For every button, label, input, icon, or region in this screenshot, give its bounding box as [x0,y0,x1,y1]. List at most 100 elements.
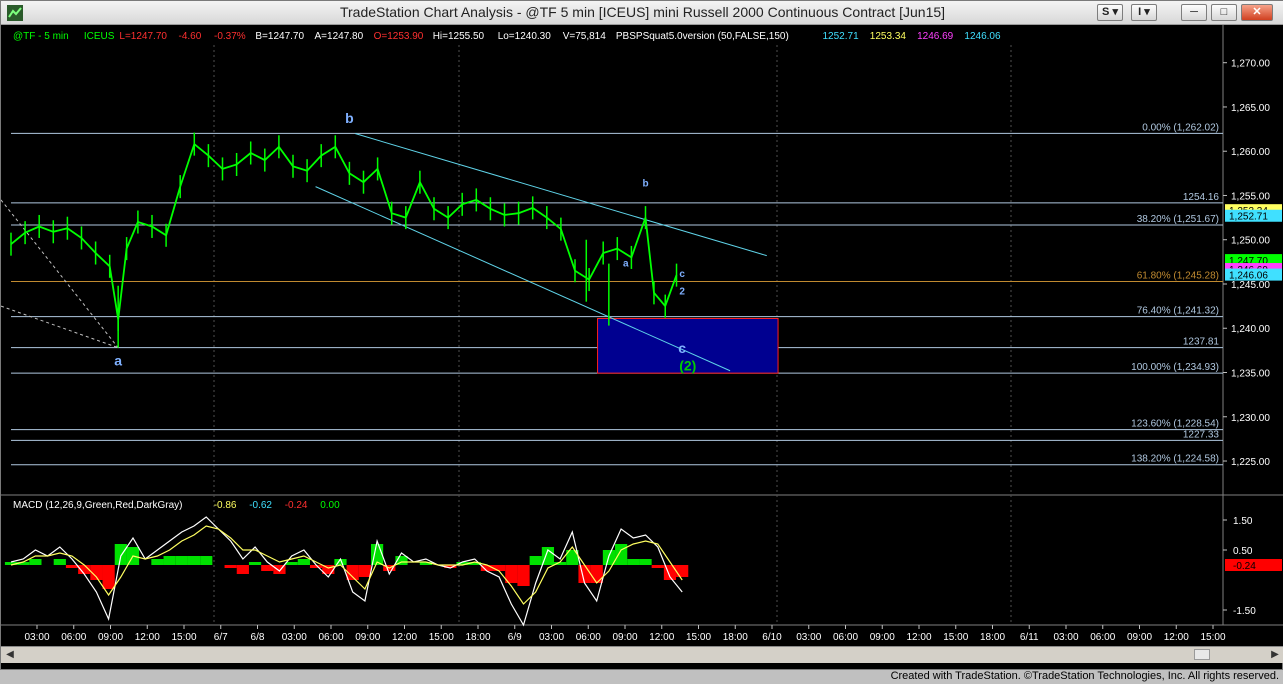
time-tick-label: 6/8 [251,632,265,643]
header-item: 1246.06 [964,31,1001,42]
time-tick-label: 18:00 [980,632,1005,643]
price-tick-label: 1,240.00 [1231,324,1270,335]
wave-label: b [642,179,648,190]
wave-label: c [678,340,686,356]
time-tick-label: 6/11 [1020,632,1039,643]
time-tick-label: 06:00 [576,632,601,643]
level-label: 1254.16 [1183,192,1220,203]
price-marker-label: 1,252.71 [1229,212,1268,223]
macd-histogram-bar [102,565,115,589]
macd-header-item: -0.62 [249,500,272,511]
time-tick-label: 09:00 [870,632,895,643]
macd-histogram-bar [114,544,127,565]
header-item: -0.37% [214,31,246,42]
macd-header-item: -0.24 [285,500,308,511]
macd-histogram-bar [53,559,66,565]
time-tick-label: 03:00 [282,632,307,643]
symbol-link-button[interactable]: S ▾ [1097,4,1123,21]
macd-tick-label: 0.50 [1233,546,1253,557]
wave-label: b [345,110,354,126]
time-tick-label: 09:00 [612,632,637,643]
maximize-button[interactable]: □ [1211,4,1237,21]
level-label: 138.20% (1,224.58) [1131,454,1219,465]
close-icon: ✕ [1252,6,1262,18]
title-bar: TradeStation Chart Analysis - @TF 5 min … [1,1,1283,25]
time-tick-label: 06:00 [318,632,343,643]
header-item: O=1253.90 [374,31,424,42]
wave-label: 2 [679,287,685,298]
macd-histogram-bar [615,544,628,565]
price-marker-label: 1,246.06 [1229,271,1268,282]
dropdown-arrow-icon: ▾ [1144,6,1150,18]
maximize-icon: □ [1220,6,1228,18]
header-item: 1253.34 [870,31,907,42]
window-title: TradeStation Chart Analysis - @TF 5 min … [339,4,946,20]
macd-histogram-bar [493,565,506,571]
minimize-icon: ─ [1190,6,1198,18]
time-tick-label: 03:00 [796,632,821,643]
price-tick-label: 1,265.00 [1231,103,1270,114]
time-tick-label: 03:00 [1053,632,1078,643]
macd-current-label: -0.24 [1233,561,1256,572]
time-tick-label: 12:00 [135,632,160,643]
time-tick-label: 09:00 [98,632,123,643]
macd-histogram-bar [358,565,371,577]
footer-credit: Created with TradeStation. ©TradeStation… [890,670,1279,682]
time-tick-label: 06:00 [833,632,858,643]
level-label: 1237.81 [1183,337,1220,348]
price-tick-label: 1,225.00 [1231,457,1270,468]
macd-histogram-bar [590,565,603,583]
interval-link-label: I [1138,6,1142,18]
level-label: 76.40% (1,241.32) [1137,306,1219,317]
close-button[interactable]: ✕ [1241,4,1273,21]
macd-histogram-bar [151,559,164,565]
macd-histogram-bar [224,565,237,568]
time-tick-label: 09:00 [355,632,380,643]
time-tick-label: 18:00 [723,632,748,643]
macd-header-item: MACD (12,26,9,Green,Red,DarkGray) [13,500,183,511]
macd-histogram-bar [261,565,274,571]
header-item: B=1247.70 [255,31,304,42]
scroll-right-icon[interactable]: ▶ [1268,648,1282,661]
header-item: 1252.71 [823,31,860,42]
macd-histogram-bar [529,556,542,565]
dropdown-arrow-icon: ▾ [1112,6,1118,18]
horizontal-scrollbar[interactable]: ◀ ▶ [1,646,1283,663]
macd-tick-label: 1.50 [1233,516,1253,527]
time-tick-label: 6/7 [214,632,228,643]
price-tick-label: 1,245.00 [1231,280,1270,291]
macd-histogram-bar [236,565,249,574]
macd-histogram-bar [163,556,176,565]
header-item: Lo=1240.30 [498,31,552,42]
wave-label: c [679,269,685,280]
level-label: 100.00% (1,234.93) [1131,362,1219,373]
macd-header-item: -0.86 [214,500,237,511]
header-item: A=1247.80 [315,31,364,42]
time-tick-label: 15:00 [686,632,711,643]
price-tick-label: 1,270.00 [1231,59,1270,70]
price-tick-label: 1,250.00 [1231,236,1270,247]
symbol-link-label: S [1102,6,1110,18]
price-tick-label: 1,255.00 [1231,191,1270,202]
macd-histogram-bar [65,565,79,568]
macd-header-item: 0.00 [320,500,340,511]
header-item: PBSPSquat5.0version (50,FALSE,150) [616,31,789,42]
wave-label: a [114,352,122,368]
interval-link-button[interactable]: I ▾ [1131,4,1157,21]
scroll-left-icon[interactable]: ◀ [3,648,17,661]
level-label: 1227.33 [1183,429,1220,440]
level-label: 0.00% (1,262.02) [1142,122,1219,133]
macd-tick-label: -1.50 [1233,606,1256,617]
chart-canvas[interactable]: @TF - 5 min ICEUS L=1247.70 -4.60 -0.37% B=12… [1,25,1283,646]
header-item: -4.60 [179,31,202,42]
header-item: Hi=1255.50 [433,31,485,42]
header-item: 1246.69 [917,31,954,42]
time-tick-label: 6/9 [508,632,522,643]
time-tick-label: 03:00 [539,632,564,643]
scroll-thumb[interactable] [1194,649,1210,660]
time-tick-label: 12:00 [392,632,417,643]
minimize-button[interactable]: ─ [1181,4,1207,21]
time-tick-label: 09:00 [1127,632,1152,643]
time-tick-label: 15:00 [943,632,968,643]
header-item: V=75,814 [563,31,607,42]
